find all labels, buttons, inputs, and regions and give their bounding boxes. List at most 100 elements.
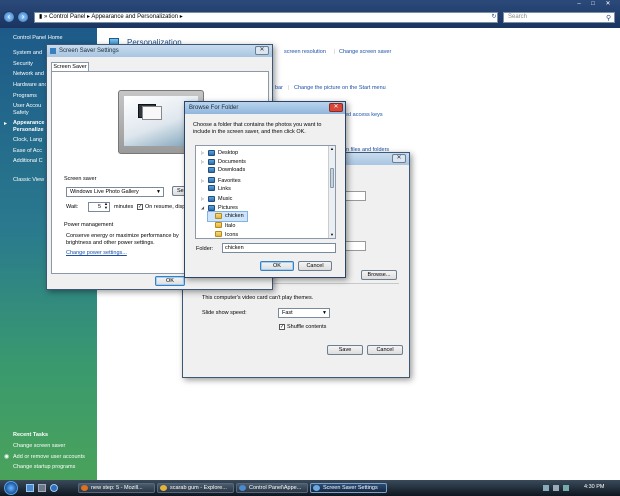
tree-expander-icon[interactable]: ◢ <box>201 203 208 212</box>
nav-user-accounts[interactable]: User Accou <box>13 103 41 109</box>
save-button[interactable]: Save <box>327 345 363 355</box>
nav-personalize[interactable]: Personalize <box>13 127 44 133</box>
tray-volume-icon[interactable] <box>553 485 559 491</box>
scroll-thumb[interactable] <box>330 168 334 188</box>
tree-item-documents[interactable]: ▷ Documents <box>201 157 246 166</box>
nav-security[interactable]: Security <box>13 61 33 67</box>
taskbar-button-screen-saver[interactable]: Screen Saver Settings <box>310 483 387 493</box>
firefox-icon <box>81 485 88 491</box>
change-power-settings-link[interactable]: Change power settings... <box>66 250 127 256</box>
nav-classic-view[interactable]: Classic View <box>13 177 44 183</box>
refresh-icon[interactable]: ↻ <box>489 12 499 23</box>
taskbar-button-explorer[interactable]: scarab gum - Explore... <box>157 483 234 493</box>
tree-item-label: Music <box>218 196 233 202</box>
show-desktop-icon[interactable] <box>26 484 34 492</box>
tree-item-label: Downloads <box>218 167 246 174</box>
start-button[interactable] <box>4 481 18 495</box>
screen-saver-select[interactable]: Windows Live Photo Gallery ▼ <box>66 187 164 197</box>
wait-value: 5 <box>97 204 101 210</box>
tree-expander-icon[interactable]: ▷ <box>201 176 208 185</box>
search-icon[interactable]: ⚲ <box>606 14 611 22</box>
spin-arrows-icon[interactable]: ▲ ▼ <box>104 202 108 210</box>
taskbar-button-control-panel[interactable]: Control Panel\Appe... <box>236 483 308 493</box>
nav-hardware[interactable]: Hardware and <box>13 82 48 88</box>
folder-tree[interactable]: ▷ Desktop ▷ Documents Downloads ▷ Favorites Lin… <box>195 145 336 239</box>
recent-task-screen-saver[interactable]: Change screen saver <box>13 443 65 449</box>
nav-programs[interactable]: Programs <box>13 93 37 99</box>
shuffle-checkbox[interactable]: ✓ <box>279 324 285 330</box>
tree-item-chicken[interactable]: chicken <box>207 211 248 223</box>
back-button[interactable]: ‹ <box>3 11 15 23</box>
switch-windows-icon[interactable] <box>38 484 46 492</box>
cancel-button[interactable]: Cancel <box>367 345 403 355</box>
nav-appearance[interactable]: Appearance <box>13 120 45 126</box>
link-screen-resolution[interactable]: screen resolution <box>284 49 326 55</box>
tree-expander-icon[interactable]: ▷ <box>201 194 208 203</box>
recent-task-startup[interactable]: Change startup programs <box>13 464 75 470</box>
tree-item-downloads[interactable]: Downloads <box>201 166 245 175</box>
breadcrumb-appearance[interactable]: Appearance and Personalization <box>91 14 178 20</box>
tree-expander-icon[interactable]: ▷ <box>201 148 208 157</box>
nav-control-panel-home[interactable]: Control Panel Home <box>13 35 63 41</box>
tree-item-label: Links <box>218 185 231 192</box>
link-access-keys[interactable]: ed access keys <box>345 112 383 118</box>
nav-network[interactable]: Network and <box>13 71 44 77</box>
tree-scrollbar[interactable]: ▲ ▼ <box>328 146 335 238</box>
scroll-up-icon[interactable]: ▲ <box>329 146 335 152</box>
wait-minutes-stepper[interactable]: 5 ▲ ▼ <box>88 202 110 212</box>
taskbar-button-mozilla[interactable]: new step: 5 - Mozill... <box>78 483 155 493</box>
cancel-button[interactable]: Cancel <box>298 261 332 271</box>
current-bullet-icon: ▸ <box>4 121 8 127</box>
nav-safety[interactable]: Safety <box>13 110 29 116</box>
folder-icon <box>160 485 167 491</box>
library-folder-icon <box>208 158 215 165</box>
library-folder-icon <box>208 177 215 184</box>
tree-item-italo[interactable]: Italo <box>208 222 235 231</box>
close-icon[interactable]: ✕ <box>392 154 406 163</box>
nav-system[interactable]: System and <box>13 50 42 56</box>
tree-item-desktop[interactable]: ▷ Desktop <box>201 148 238 157</box>
tree-item-favorites[interactable]: ▷ Favorites <box>201 176 241 185</box>
tree-expander-icon[interactable]: ▷ <box>201 157 208 166</box>
on-resume-checkbox[interactable]: ✓ <box>137 204 143 210</box>
browse-button[interactable]: Browse... <box>361 270 397 280</box>
on-resume-label: On resume, disp <box>145 204 186 210</box>
speed-select[interactable]: Fast ▼ <box>278 308 330 318</box>
folder-input[interactable]: chicken <box>222 243 336 253</box>
nav-clock[interactable]: Clock, Lang <box>13 137 42 143</box>
tray-network-icon[interactable] <box>543 485 549 491</box>
forward-button[interactable]: › <box>17 11 29 23</box>
close-icon[interactable]: ✕ <box>603 1 613 7</box>
browse-titlebar: Browse For Folder <box>185 102 345 114</box>
breadcrumb-control-panel[interactable]: Control Panel <box>49 14 85 20</box>
link-start-menu-picture[interactable]: Change the picture on the Start menu <box>294 85 386 91</box>
scroll-down-icon[interactable]: ▼ <box>329 232 335 238</box>
search-input[interactable]: Search <box>503 12 615 23</box>
tree-item-pictures[interactable]: ◢ Pictures <box>201 203 238 212</box>
maximize-icon[interactable]: □ <box>588 1 598 7</box>
tree-item-music[interactable]: ▷ Music <box>201 194 232 203</box>
power-management-label: Power management <box>64 222 114 228</box>
ok-button[interactable]: OK <box>260 261 294 271</box>
address-bar[interactable]: ▮ » Control Panel ▸ Appearance and Perso… <box>34 12 498 23</box>
ok-button[interactable]: OK <box>155 276 185 286</box>
link-taskbar[interactable]: bar <box>275 85 283 91</box>
chevron-down-icon: ▼ <box>322 310 327 316</box>
recent-task-user-accounts[interactable]: Add or remove user accounts <box>13 454 85 460</box>
nav-additional[interactable]: Additional C <box>13 158 43 164</box>
taskbar-button-label: Control Panel\Appe... <box>249 485 302 491</box>
screen-saver-icon <box>313 485 320 491</box>
folder-icon: ▮ » <box>39 14 49 20</box>
link-change-screen-saver[interactable]: Change screen saver <box>339 49 391 55</box>
clock[interactable]: 4:30 PM <box>584 484 604 490</box>
tree-item-icons[interactable]: Icons <box>208 231 238 238</box>
tree-item-links[interactable]: Links <box>201 185 231 194</box>
library-folder-icon <box>208 149 215 156</box>
tray-power-icon[interactable] <box>563 485 569 491</box>
nav-ease-of-access[interactable]: Ease of Acc <box>13 148 42 154</box>
close-icon[interactable]: ✕ <box>255 46 269 55</box>
link-separator: | <box>334 49 336 55</box>
ie-icon[interactable] <box>50 484 58 492</box>
close-icon[interactable]: ✕ <box>329 103 343 112</box>
minimize-icon[interactable]: – <box>574 1 584 7</box>
